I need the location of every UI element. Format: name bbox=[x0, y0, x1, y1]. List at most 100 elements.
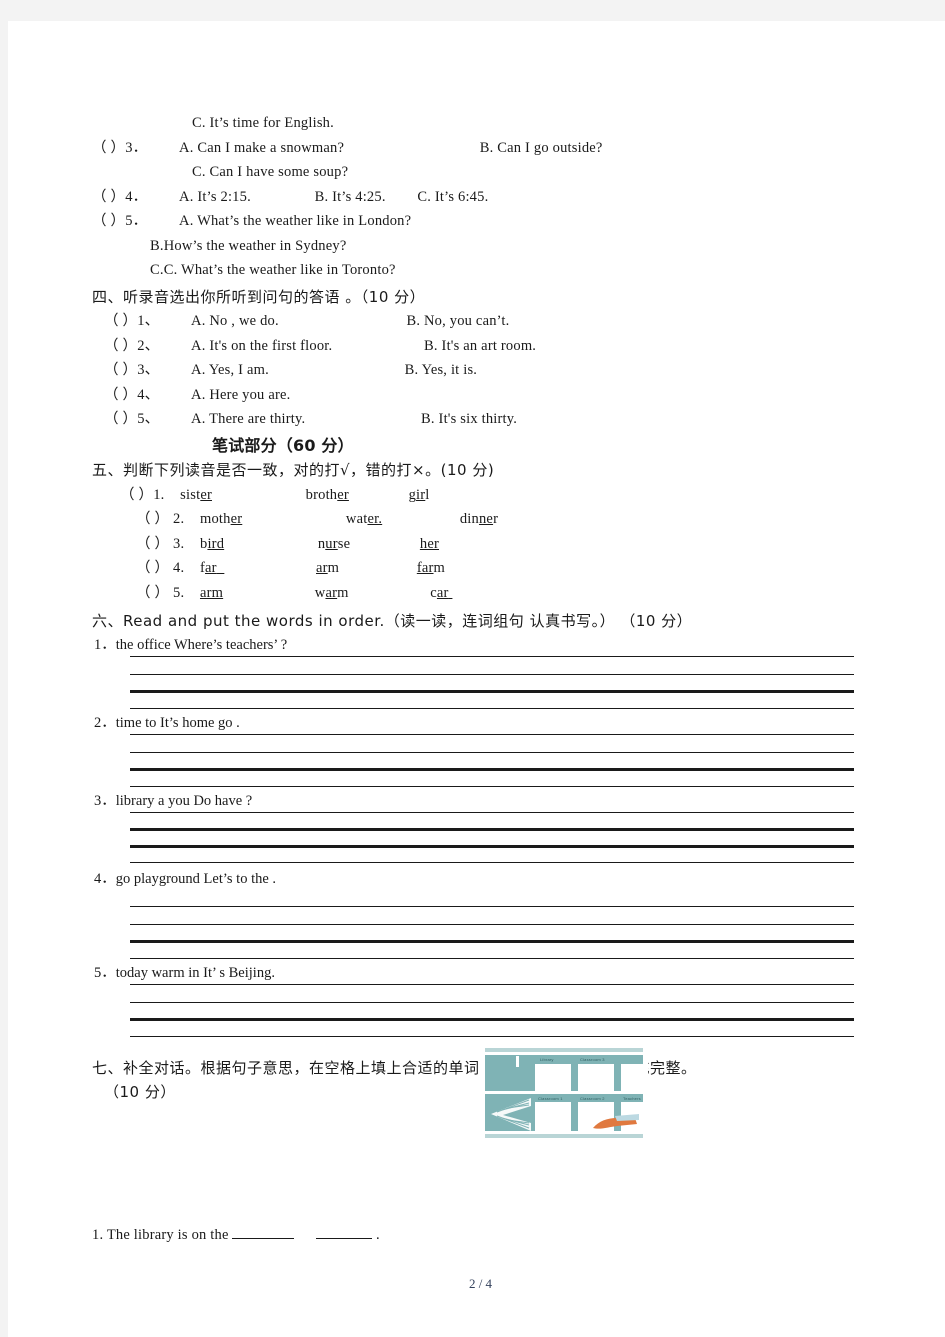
section-four-row-5-bracket[interactable]: （ ）5、 bbox=[104, 411, 159, 427]
listening-item-4-option-a[interactable]: A. It’s 2:15. bbox=[179, 189, 251, 205]
section-six-question-4: 4．go playground Let’s to the . bbox=[94, 870, 277, 887]
writing-lines-3[interactable] bbox=[92, 811, 882, 868]
section-five-row-3-word-2: nurse bbox=[317, 535, 351, 552]
section-five-row-3-word-1: bird bbox=[199, 535, 225, 552]
section-five-row-5-word-3: car bbox=[430, 584, 449, 601]
listening-item-3-option-b[interactable]: B. Can I go outside? bbox=[480, 140, 603, 156]
staircase-icon bbox=[491, 1098, 531, 1131]
underlined-part: er bbox=[337, 486, 349, 503]
section-five-heading: 五、判断下列读音是否一致，对的打√，错的打×。(10 分) bbox=[92, 461, 495, 479]
floorplan-partition-upper bbox=[516, 1056, 519, 1067]
listening-item-5-option-b[interactable]: B.How’s the weather in Sydney? bbox=[92, 234, 882, 259]
section-five-row-4-word-3: farm bbox=[416, 560, 445, 576]
section-five-row-5-word-1: arm bbox=[200, 585, 223, 601]
section-five-row-4-word-1: far bbox=[199, 560, 217, 576]
writing-lines-1[interactable] bbox=[92, 655, 882, 712]
listening-item-4-bracket[interactable]: （ ）4． bbox=[92, 189, 147, 205]
pointing-hand-icon bbox=[593, 1114, 639, 1129]
writing-line bbox=[130, 983, 854, 985]
section-four-row-3: （ ）3、 A. Yes, I am. B. Yes, it is. bbox=[92, 358, 882, 383]
underlined-part: ar bbox=[325, 584, 338, 601]
listening-item-4-option-c[interactable]: C. It’s 6:45. bbox=[417, 189, 488, 205]
floorplan-label-classroom3: Classroom 3 bbox=[580, 1057, 605, 1062]
section-four-row-1-bracket[interactable]: （ ）1、 bbox=[104, 313, 159, 329]
floorplan-bottom-band bbox=[485, 1134, 643, 1138]
section-four-row-5-option-a[interactable]: A. There are thirty. bbox=[191, 411, 305, 427]
section-four-row-1-option-a[interactable]: A. No , we do. bbox=[191, 313, 279, 329]
section-five-row-1-word-1: sister bbox=[180, 486, 212, 503]
section-four-row-1: （ ）1、 A. No , we do. B. No, you can’t. bbox=[92, 309, 882, 334]
section-five-row-2-word-3: dinner bbox=[459, 511, 499, 527]
floorplan-canvas: Library Classroom 3 Classroom 1 Classroo… bbox=[481, 1044, 647, 1142]
underlined-part: ar bbox=[316, 560, 328, 576]
section-five-row-1-bracket[interactable]: （ ）1. bbox=[120, 487, 165, 503]
writing-line bbox=[130, 957, 854, 959]
listening-item-5-option-c[interactable]: C.C. What’s the weather like in Toronto? bbox=[92, 258, 882, 283]
answer-blank-2[interactable] bbox=[316, 1227, 373, 1239]
writing-line bbox=[130, 733, 854, 735]
floorplan-room-library bbox=[535, 1064, 571, 1091]
underlined-part: ar bbox=[436, 584, 449, 601]
writing-lines-4[interactable] bbox=[92, 905, 882, 962]
section-five-row-3-bracket[interactable]: （ ） 3. bbox=[136, 536, 184, 552]
section-five-row-4-bracket[interactable]: （ ） 4. bbox=[136, 560, 184, 576]
section-five-row-1: （ ）1. sister brother girl bbox=[92, 483, 882, 508]
section-seven-question-1: 1. The library is on the . bbox=[92, 1223, 882, 1248]
section-five-row-2-bracket[interactable]: （ ） 2. bbox=[136, 511, 184, 527]
writing-line bbox=[130, 673, 854, 675]
listening-item-3: （ ）3． A. Can I make a snowman? B. Can I … bbox=[92, 136, 882, 161]
writing-line-bold bbox=[130, 827, 854, 831]
section-five-row-5-bracket[interactable]: （ ） 5. bbox=[136, 585, 184, 601]
writing-line bbox=[130, 751, 854, 753]
section-four-row-3-option-b[interactable]: B. Yes, it is. bbox=[405, 362, 478, 378]
writing-line bbox=[130, 655, 854, 657]
section-five-row-3: （ ） 3. bird nurse her bbox=[92, 532, 882, 557]
section-four-row-4-option-a[interactable]: A. Here you are. bbox=[191, 387, 290, 403]
underlined-part: ird bbox=[207, 535, 225, 552]
section-four-row-4-bracket[interactable]: （ ）4、 bbox=[104, 387, 159, 403]
section-four-row-5: （ ）5、 A. There are thirty. B. It's six t… bbox=[92, 407, 882, 432]
written-part-title: 笔试部分（60 分） bbox=[212, 435, 354, 455]
section-four-row-2-option-a[interactable]: A. It's on the first floor. bbox=[191, 338, 332, 354]
section-five-row-3-word-3: her bbox=[420, 536, 439, 552]
document-page: C. It’s time for English. （ ）3． A. Can I… bbox=[8, 21, 945, 1337]
writing-line-bold bbox=[130, 767, 854, 771]
listening-item-5-bracket[interactable]: （ ）5． bbox=[92, 213, 147, 229]
section-four-row-1-option-b[interactable]: B. No, you can’t. bbox=[406, 313, 509, 329]
floorplan-label-teachers: Teachers bbox=[623, 1096, 641, 1101]
section-seven-question-1-text: 1. The library is on the bbox=[92, 1226, 233, 1243]
section-six-question-5: 5．today warm in It’ s Beijing. bbox=[94, 964, 275, 981]
writing-line bbox=[130, 923, 854, 925]
underlined-part: ne bbox=[478, 511, 494, 527]
writing-lines-2[interactable] bbox=[92, 733, 882, 790]
listening-item-4-option-b[interactable]: B. It’s 4:25. bbox=[315, 189, 386, 205]
section-five-row-1-word-2: brother bbox=[305, 486, 349, 503]
section-four-row-2: （ ）2、 A. It's on the first floor. B. It'… bbox=[92, 334, 882, 359]
section-six-question-1: 1．the office Where’s teachers’ ? bbox=[94, 636, 288, 653]
floorplan-label-classroom2: Classroom 2 bbox=[580, 1096, 605, 1101]
page-left-margin-band bbox=[0, 21, 8, 1337]
listening-item-3-option-c[interactable]: C. Can I have some soup? bbox=[92, 160, 882, 185]
section-five-row-2: （ ） 2. mother water. dinner bbox=[92, 507, 882, 532]
writing-line bbox=[130, 905, 854, 907]
section-six-heading: 六、Read and put the words in order.（读一读，连… bbox=[92, 612, 693, 630]
section-four-row-3-option-a[interactable]: A. Yes, I am. bbox=[191, 362, 269, 378]
writing-line bbox=[130, 785, 854, 787]
section-four-row-3-bracket[interactable]: （ ）3、 bbox=[104, 362, 159, 378]
listening-item-3-option-a[interactable]: A. Can I make a snowman? bbox=[179, 140, 344, 156]
floorplan-label-classroom1: Classroom 1 bbox=[538, 1096, 563, 1101]
section-four-row-2-option-b[interactable]: B. It's an art room. bbox=[424, 338, 536, 354]
writing-line-bold bbox=[130, 844, 854, 848]
listening-item-5-option-a[interactable]: A. What’s the weather like in London? bbox=[179, 213, 411, 229]
section-four-row-2-bracket[interactable]: （ ）2、 bbox=[104, 338, 159, 354]
writing-line-bold bbox=[130, 689, 854, 693]
answer-blank-1[interactable] bbox=[232, 1227, 295, 1239]
writing-line bbox=[130, 1035, 854, 1037]
underlined-part: ir bbox=[416, 486, 426, 503]
floorplan-top-band bbox=[485, 1048, 643, 1052]
writing-lines-5[interactable] bbox=[92, 983, 882, 1040]
listening-item-3-bracket[interactable]: （ ）3． bbox=[92, 140, 147, 156]
underlined-part: er bbox=[200, 486, 212, 503]
page-number: 2 / 4 bbox=[468, 1276, 493, 1291]
section-four-row-5-option-b[interactable]: B. It's six thirty. bbox=[421, 411, 517, 427]
